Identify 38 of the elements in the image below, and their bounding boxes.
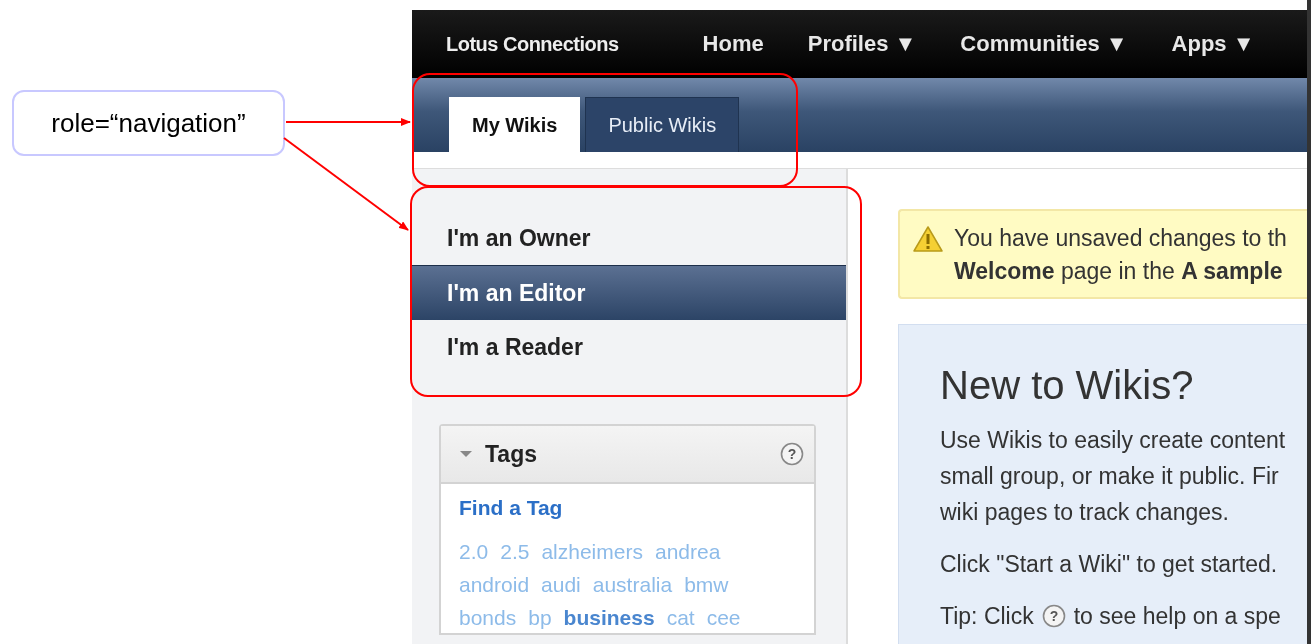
find-tag-link[interactable]: Find a Tag (459, 496, 563, 520)
tip-text: Tip: Click (940, 602, 1034, 631)
tab[interactable]: My Wikis (449, 97, 581, 152)
nav-link[interactable]: Home (702, 31, 764, 57)
tag-link[interactable]: bp (528, 602, 552, 633)
tag-link[interactable]: business (563, 602, 655, 633)
intro-text: small group, or make it public. Fir (940, 462, 1280, 491)
tag-link[interactable]: andrea (654, 536, 721, 567)
tag-link[interactable]: 2.5 (500, 536, 530, 567)
warning-text: Welcome page in the A sample (954, 258, 1284, 285)
sidebar-item[interactable]: I'm an Owner (412, 211, 846, 265)
help-icon[interactable]: ? (780, 442, 804, 466)
warning-text: You have unsaved changes to th (954, 225, 1287, 252)
tag-link[interactable]: android (459, 569, 530, 600)
tag-link[interactable]: bonds (459, 602, 517, 633)
product-name: Lotus Connections (446, 32, 619, 56)
help-icon: ? (1041, 604, 1066, 628)
intro-heading: New to Wikis? (940, 363, 1195, 408)
tab[interactable]: Public Wikis (585, 97, 740, 152)
intro-text: Click "Start a Wiki" to get started. (940, 550, 1279, 579)
nav-link[interactable]: Apps ▼ (1171, 31, 1255, 57)
tip-text: to see help on a spe (1073, 602, 1281, 631)
tag-link[interactable]: 2.0 (459, 536, 489, 567)
tag-link[interactable]: cat (666, 602, 695, 633)
tag-link[interactable]: australia (592, 569, 673, 600)
sidebar-item[interactable]: I'm a Reader (412, 320, 846, 374)
warning-icon (912, 225, 944, 253)
tag-link[interactable]: bmw (684, 569, 729, 600)
nav-link[interactable]: Communities ▼ (960, 31, 1128, 57)
intro-text: wiki pages to track changes. (940, 498, 1230, 527)
nav-link[interactable]: Profiles ▼ (807, 31, 917, 57)
sidebar-item[interactable]: I'm an Editor (412, 265, 846, 320)
tag-link[interactable]: cee (706, 602, 741, 633)
panel-title: Tags (485, 440, 538, 468)
tag-link[interactable]: audi (541, 569, 581, 600)
callout-label: role=“navigation” (12, 90, 285, 156)
intro-text: Use Wikis to easily create content (940, 426, 1287, 455)
tag-link[interactable]: alzheimers (541, 536, 643, 567)
